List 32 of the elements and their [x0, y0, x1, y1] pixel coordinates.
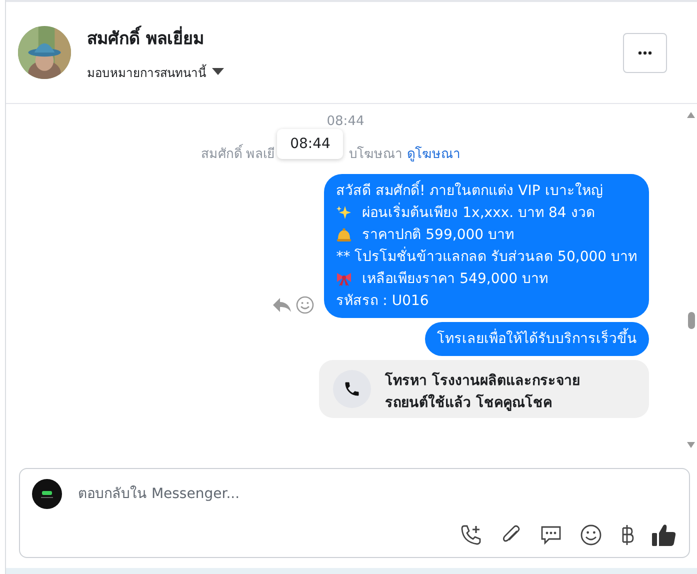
- reply-box[interactable]: ตอบกลับใน Messenger...: [19, 468, 690, 558]
- message-text: โทรเลยเพื่อให้ได้รับบริการเร็วขึ้น: [437, 328, 637, 350]
- ad-notice-text: สมศักดิ์ พลเยี: [200, 143, 276, 164]
- bell-icon: [336, 227, 352, 243]
- scroll-down-icon[interactable]: [687, 442, 695, 448]
- view-ad-link[interactable]: ดูโฆษณา: [407, 143, 460, 164]
- page-avatar-icon: [32, 479, 62, 509]
- message-text: ** โปรโมชั่นข้าวแลกลด รับส่วนลด 50,000 บาท: [336, 246, 637, 268]
- message-text: เหลือเพียงราคา 549,000 บาท: [362, 270, 548, 289]
- message-text: ผ่อนเริ่มต้นเพียง 1x,xxx. บาท 84 งวด: [362, 202, 595, 224]
- call-card-text: รถยนต์ใช้แล้ว โชคคูณโชค: [385, 393, 553, 413]
- like-icon[interactable]: [651, 523, 677, 547]
- scrollbar-thumb[interactable]: [688, 312, 694, 329]
- caret-icon[interactable]: [212, 68, 224, 76]
- ribbon-icon: [336, 271, 352, 287]
- message-text: ราคาปกติ 599,000 บาท: [362, 226, 514, 245]
- emoji-icon[interactable]: [579, 523, 603, 547]
- reply-icon[interactable]: [272, 297, 292, 313]
- message-text: สวัสดี สมศักดิ์! ภายในตกแต่ง VIP เบาะใหญ่: [336, 180, 603, 202]
- add-call-icon[interactable]: [459, 523, 483, 547]
- ad-notice-text: บโฆษณา: [349, 145, 402, 164]
- message-timestamp: 08:44: [326, 114, 364, 129]
- more-icon: [638, 50, 652, 54]
- call-card[interactable]: โทรหา โรงงานผลิตและกระจาย รถยนต์ใช้แล้ว โชคคูณโชค: [319, 360, 649, 418]
- sparkle-icon: [336, 205, 352, 221]
- time-tooltip: 08:44: [277, 129, 344, 159]
- phone-icon: [333, 370, 371, 408]
- contact-name: สมศักดิ์ พลเยี่ยม: [87, 24, 623, 50]
- assign-conversation-link[interactable]: มอบหมายการสนทนานี้: [87, 62, 206, 82]
- scroll-up-icon[interactable]: [687, 112, 695, 118]
- message-text: รหัสรถ : U016: [336, 292, 429, 311]
- call-card-text: โทรหา โรงงานผลิตและกระจาย: [385, 371, 580, 391]
